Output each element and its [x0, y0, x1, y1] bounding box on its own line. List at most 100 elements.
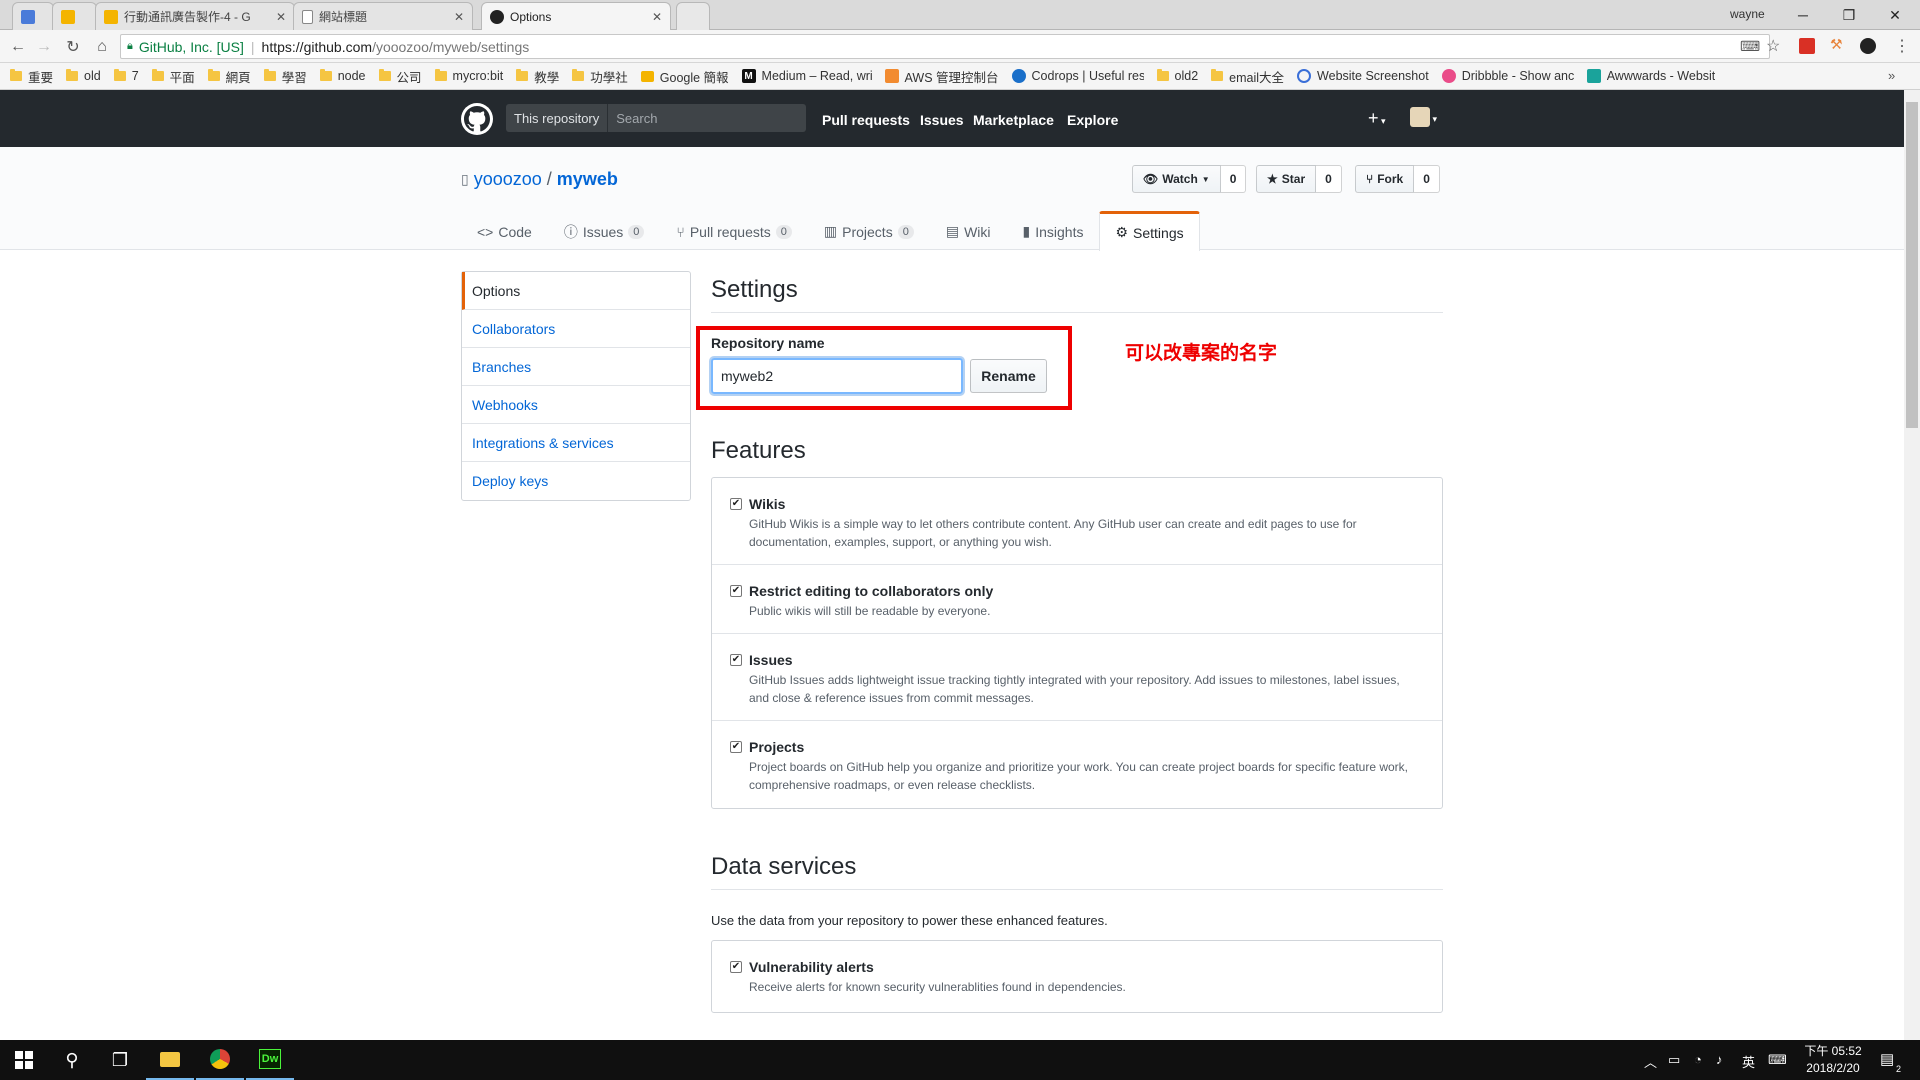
forward-icon[interactable]: →: [34, 37, 54, 57]
star-count[interactable]: 0: [1316, 165, 1342, 193]
tab-projects[interactable]: ▥ Projects 0: [808, 211, 930, 251]
browser-tab-2[interactable]: [52, 2, 97, 30]
menu-item-integrations[interactable]: Integrations & services: [462, 424, 690, 462]
file-explorer-icon[interactable]: [146, 1040, 194, 1080]
close-tab-icon[interactable]: ✕: [276, 10, 286, 24]
repo-name-link[interactable]: myweb: [557, 169, 618, 190]
address-bar[interactable]: 🔒︎ GitHub, Inc. [US] | https://github.co…: [120, 34, 1770, 59]
menu-item-options[interactable]: Options: [462, 272, 690, 310]
scrollbar-thumb[interactable]: [1906, 102, 1918, 428]
chrome-menu-icon[interactable]: ⋮: [1894, 36, 1910, 56]
back-icon[interactable]: ←: [8, 37, 28, 57]
star-button[interactable]: ★ Star: [1256, 165, 1317, 193]
bookmark-folder[interactable]: 網頁: [207, 63, 251, 90]
tab-pull-requests[interactable]: ⑂ Pull requests 0: [660, 211, 807, 251]
avatar[interactable]: ▾: [1410, 106, 1437, 128]
more-bookmarks-icon[interactable]: »: [1888, 68, 1895, 83]
browser-tab-3[interactable]: 行動通訊廣告製作-4 - G ✕: [95, 2, 295, 30]
bookmark-folder[interactable]: 重要: [10, 63, 53, 90]
bookmark-folder[interactable]: mycro:bit: [434, 63, 503, 90]
vertical-scrollbar[interactable]: [1904, 90, 1920, 1040]
search-scope: This repository: [506, 104, 806, 132]
watch-button[interactable]: 👁︎ Watch ▼: [1132, 165, 1221, 193]
watch-count[interactable]: 0: [1220, 165, 1247, 193]
translate-icon[interactable]: ⌨: [1740, 38, 1760, 55]
action-center-icon[interactable]: ▤: [1880, 1050, 1894, 1068]
ime-indicator[interactable]: 英: [1742, 1052, 1755, 1071]
restrict-editing-checkbox[interactable]: ✔: [730, 585, 742, 597]
github-logo-icon[interactable]: [461, 103, 493, 135]
extension-hammer-icon[interactable]: ⚒: [1830, 36, 1846, 52]
screenshot-icon: [1297, 69, 1312, 83]
search-input[interactable]: [608, 110, 789, 126]
bookmark-link[interactable]: AWS 管理控制台: [884, 63, 999, 90]
tab-code[interactable]: <> Code: [461, 211, 548, 251]
bookmark-folder[interactable]: 公司: [378, 63, 422, 90]
extension-github-icon[interactable]: [1860, 38, 1876, 54]
bookmark-folder[interactable]: 平面: [151, 63, 195, 90]
projects-checkbox[interactable]: ✔: [730, 741, 742, 753]
windows-start-icon[interactable]: [0, 1040, 48, 1080]
bookmark-link[interactable]: Codrops | Useful res: [1011, 63, 1144, 90]
keyboard-icon[interactable]: ⌨: [1768, 1052, 1787, 1068]
tab-insights[interactable]: ▮ Insights: [1007, 211, 1100, 251]
close-tab-icon[interactable]: ✕: [454, 10, 464, 24]
bookmark-folder[interactable]: node: [319, 63, 366, 90]
bookmark-folder[interactable]: old: [66, 63, 101, 90]
close-window-icon[interactable]: ✕: [1872, 0, 1918, 30]
nav-pull-requests[interactable]: Pull requests: [822, 112, 910, 128]
extension-red-icon[interactable]: [1799, 38, 1815, 54]
browser-tab-active[interactable]: Options ✕: [481, 2, 671, 31]
bookmark-folder[interactable]: 7: [113, 63, 139, 90]
close-tab-icon[interactable]: ✕: [652, 10, 662, 24]
home-icon[interactable]: ⌂: [92, 37, 112, 57]
issues-checkbox[interactable]: ✔: [730, 654, 742, 666]
battery-icon[interactable]: ▭: [1668, 1052, 1680, 1068]
network-icon[interactable]: ◔: [1694, 1052, 1702, 1067]
menu-item-branches[interactable]: Branches: [462, 348, 690, 386]
bookmark-folder[interactable]: 功學社: [572, 63, 628, 90]
tab-settings[interactable]: ⚙ Settings: [1099, 211, 1200, 251]
task-view-icon[interactable]: ❐: [96, 1040, 144, 1080]
fork-count[interactable]: 0: [1414, 165, 1440, 193]
dreamweaver-icon[interactable]: Dw: [246, 1040, 294, 1080]
repo-owner-link[interactable]: yooozoo: [474, 169, 542, 190]
volume-icon[interactable]: ♪: [1716, 1052, 1723, 1067]
bookmark-link[interactable]: M Medium – Read, wri: [741, 63, 872, 90]
tab-issues[interactable]: ⓘ Issues 0: [548, 211, 661, 251]
new-tab-button[interactable]: [676, 2, 710, 30]
bookmark-link[interactable]: Awwwards - Websit: [1586, 63, 1715, 90]
reload-icon[interactable]: ↻: [63, 37, 83, 57]
nav-marketplace[interactable]: Marketplace: [973, 112, 1054, 128]
profile-name[interactable]: wayne: [1730, 7, 1765, 21]
bookmark-link[interactable]: Google 簡報: [640, 63, 729, 90]
restore-icon[interactable]: ❐: [1826, 0, 1872, 30]
bookmark-folder[interactable]: email大全: [1211, 63, 1284, 90]
minimize-icon[interactable]: ─: [1780, 0, 1826, 30]
browser-tab-4[interactable]: 網站標題 ✕: [293, 2, 473, 30]
bookmark-link[interactable]: Dribbble - Show anc: [1441, 63, 1574, 90]
wikis-checkbox[interactable]: ✔: [730, 498, 742, 510]
show-hidden-icons-icon[interactable]: ︿: [1644, 1052, 1657, 1071]
nav-explore[interactable]: Explore: [1067, 112, 1118, 128]
folder-icon: [66, 69, 79, 81]
bookmark-link[interactable]: Website Screenshot: [1297, 63, 1429, 90]
browser-tab-1[interactable]: [12, 2, 54, 30]
chrome-icon[interactable]: [196, 1040, 244, 1080]
fork-button[interactable]: ⑂ Fork: [1355, 165, 1415, 193]
menu-item-collaborators[interactable]: Collaborators: [462, 310, 690, 348]
clock[interactable]: 下午 05:52 2018/2/20: [1798, 1043, 1868, 1077]
bookmark-star-icon[interactable]: ☆: [1766, 36, 1780, 56]
bookmark-folder[interactable]: 教學: [516, 63, 559, 90]
menu-item-webhooks[interactable]: Webhooks: [462, 386, 690, 424]
vulnerability-alerts-checkbox[interactable]: ✔: [730, 961, 742, 973]
bookmark-folder[interactable]: old2: [1156, 63, 1198, 90]
folder-icon: [378, 69, 391, 81]
create-new-icon[interactable]: + ▾: [1368, 108, 1386, 129]
bookmark-folder[interactable]: 學習: [263, 63, 307, 90]
menu-item-deploy-keys[interactable]: Deploy keys: [462, 462, 690, 500]
tab-wiki[interactable]: ▤ Wiki: [930, 211, 1007, 251]
search-icon[interactable]: ⚲: [48, 1040, 96, 1080]
nav-issues[interactable]: Issues: [920, 112, 964, 128]
star-label: Star: [1281, 172, 1306, 186]
